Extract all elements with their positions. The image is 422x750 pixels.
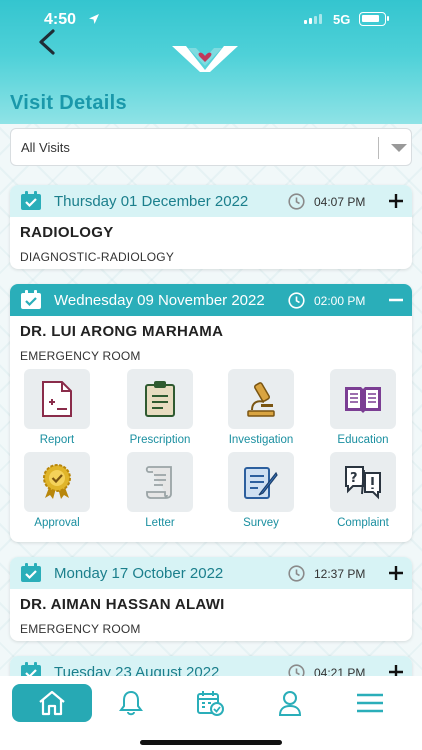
calendar-check-icon xyxy=(197,691,224,716)
expand-plus-icon[interactable] xyxy=(386,191,406,211)
expand-plus-icon[interactable] xyxy=(386,563,406,583)
visit-doctor: RADIOLOGY xyxy=(20,224,114,241)
visit-card: Monday 17 October 2022 12:37 PM DR. AIMA… xyxy=(10,557,412,641)
menu-icon xyxy=(357,693,383,713)
visit-department: EMERGENCY ROOM xyxy=(20,622,141,636)
book-icon xyxy=(345,387,381,413)
microscope-icon xyxy=(247,382,275,417)
action-tile[interactable] xyxy=(228,369,294,429)
action-label: Prescription xyxy=(129,434,191,446)
calendar-check-icon xyxy=(21,191,41,210)
action-label: Letter xyxy=(145,517,175,529)
visit-time: 02:00 PM xyxy=(314,294,366,308)
calendar-check-icon xyxy=(21,290,41,309)
calendar-check-icon xyxy=(21,563,41,582)
visit-date: Thursday 01 December 2022 xyxy=(54,193,249,210)
visit-date: Monday 17 October 2022 xyxy=(54,565,224,582)
action-label: Education xyxy=(337,434,389,446)
location-arrow-icon xyxy=(89,14,99,24)
tab-appointments[interactable] xyxy=(170,684,250,722)
clock-icon xyxy=(288,565,305,582)
action-investigation[interactable]: Investigation xyxy=(218,369,304,446)
action-label: Approval xyxy=(34,517,80,529)
action-label: Investigation xyxy=(228,434,294,446)
page-title: Visit Details xyxy=(10,92,127,114)
tab-notifications[interactable] xyxy=(91,684,171,722)
action-tile[interactable] xyxy=(24,452,90,512)
action-label: Report xyxy=(39,434,75,446)
action-tile[interactable] xyxy=(127,369,193,429)
action-tile[interactable] xyxy=(330,369,396,429)
action-tile[interactable] xyxy=(127,452,193,512)
status-time: 4:50 xyxy=(44,11,77,28)
visit-card-header[interactable]: Thursday 01 December 2022 04:07 PM xyxy=(10,185,412,217)
bell-icon xyxy=(119,690,143,716)
visit-doctor: DR. LUI ARONG MARHAMA xyxy=(20,323,224,340)
survey-icon xyxy=(244,467,278,499)
scroll-letter-icon xyxy=(145,466,172,499)
chevron-down-icon[interactable] xyxy=(391,144,407,152)
visit-card-header[interactable]: Wednesday 09 November 2022 02:00 PM xyxy=(10,284,412,316)
dropdown-separator xyxy=(378,137,379,159)
user-icon xyxy=(278,691,302,716)
clock-icon xyxy=(288,292,305,309)
action-complaint[interactable]: ? Complaint xyxy=(320,452,406,529)
visit-doctor: DR. AIMAN HASSAN ALAWI xyxy=(20,596,225,613)
visit-filter-value: All Visits xyxy=(21,140,70,155)
action-education[interactable]: Education xyxy=(320,369,406,446)
header: 4:50 5G Visit Details xyxy=(0,0,422,124)
prescription-icon xyxy=(145,381,175,417)
visit-time: 04:07 PM xyxy=(314,195,366,209)
signal-icon xyxy=(304,14,322,24)
action-survey[interactable]: Survey xyxy=(218,452,304,529)
complaint-icon: ? xyxy=(345,466,381,500)
home-icon xyxy=(39,690,65,716)
svg-text:?: ? xyxy=(350,471,358,486)
visit-time: 12:37 PM xyxy=(314,567,366,581)
action-label: Complaint xyxy=(337,517,389,529)
bottom-tab-bar xyxy=(0,676,422,750)
action-prescription[interactable]: Prescription xyxy=(117,369,203,446)
visit-card: Thursday 01 December 2022 04:07 PM RADIO… xyxy=(10,185,412,269)
back-chevron-icon[interactable] xyxy=(34,28,60,56)
visit-date: Wednesday 09 November 2022 xyxy=(54,292,265,309)
visit-card-expanded: Wednesday 09 November 2022 02:00 PM DR. … xyxy=(10,284,412,542)
network-type: 5G xyxy=(333,12,351,27)
action-label: Survey xyxy=(243,517,279,529)
tab-profile[interactable] xyxy=(250,684,330,722)
visit-department: EMERGENCY ROOM xyxy=(20,349,141,363)
action-approval[interactable]: Approval xyxy=(14,452,100,529)
tab-menu[interactable] xyxy=(330,684,410,722)
action-tile[interactable] xyxy=(24,369,90,429)
approval-badge-icon xyxy=(43,464,71,499)
action-tile[interactable] xyxy=(228,452,294,512)
visit-department: DIAGNOSTIC-RADIOLOGY xyxy=(20,250,175,264)
action-tile[interactable]: ? xyxy=(330,452,396,512)
collapse-minus-icon[interactable] xyxy=(386,290,406,310)
action-report[interactable]: Report xyxy=(14,369,100,446)
action-letter[interactable]: Letter xyxy=(117,452,203,529)
visit-filter-select[interactable]: All Visits xyxy=(10,128,412,166)
home-indicator xyxy=(140,740,282,745)
clock-icon xyxy=(288,193,305,210)
app-logo-icon xyxy=(172,46,238,72)
visit-card-header[interactable]: Monday 17 October 2022 12:37 PM xyxy=(10,557,412,589)
tab-home[interactable] xyxy=(12,684,92,722)
battery-icon xyxy=(359,12,389,26)
report-icon xyxy=(42,381,72,417)
